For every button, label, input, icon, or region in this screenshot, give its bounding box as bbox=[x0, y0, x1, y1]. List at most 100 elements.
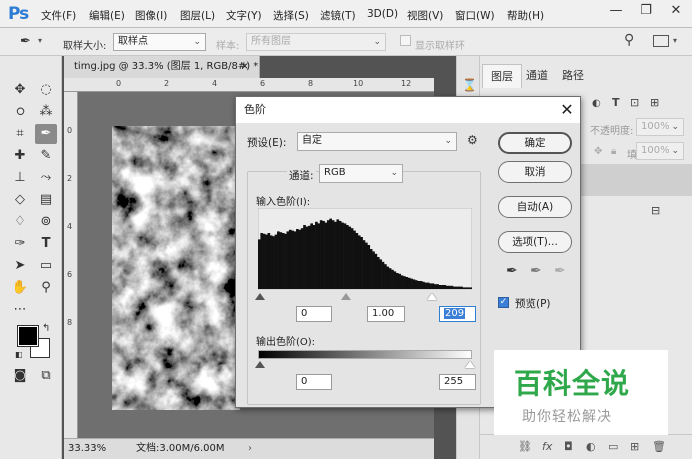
options-button[interactable]: 选项(T)... bbox=[498, 231, 572, 253]
crop-tool-icon[interactable]: ⌗ bbox=[9, 124, 31, 144]
search-icon[interactable]: ⚲ bbox=[624, 32, 634, 48]
eyedropper-tool-icon[interactable]: ✒ bbox=[35, 124, 57, 144]
foreground-color-swatch[interactable] bbox=[17, 325, 39, 347]
histogram-bar bbox=[258, 239, 261, 289]
eraser-tool-icon[interactable]: ◇ bbox=[9, 190, 31, 210]
adjustment-layer-icon[interactable]: ◐ bbox=[586, 440, 596, 453]
tab-layers[interactable]: 图层 bbox=[482, 64, 522, 88]
document-image[interactable] bbox=[112, 126, 240, 410]
fill-field[interactable]: 100% ⌄ bbox=[636, 142, 684, 160]
chevron-right-icon[interactable]: › bbox=[248, 439, 252, 459]
input-white-slider[interactable] bbox=[427, 293, 437, 300]
preset-select[interactable]: 自定 ⌄ bbox=[297, 132, 457, 151]
lasso-tool-icon[interactable]: ഠ bbox=[9, 102, 31, 122]
close-icon[interactable]: × bbox=[241, 56, 249, 78]
menu-help[interactable]: 帮助(H) bbox=[507, 8, 544, 23]
history-panel-icon[interactable]: ⌛ bbox=[462, 78, 477, 92]
eyedropper-preset-icon[interactable]: ✒ bbox=[20, 34, 31, 49]
type-tool-icon[interactable]: T bbox=[35, 234, 57, 254]
output-black-slider[interactable] bbox=[255, 361, 265, 368]
marquee-tool-icon[interactable]: ◌ bbox=[35, 80, 57, 100]
lock-position-icon[interactable]: ✥ bbox=[594, 146, 602, 157]
restore-button[interactable]: ❐ bbox=[631, 0, 661, 22]
new-layer-icon[interactable]: ⊞ bbox=[630, 440, 639, 453]
menu-layer[interactable]: 图层(L) bbox=[180, 8, 215, 23]
tab-paths[interactable]: 路径 bbox=[554, 64, 592, 88]
filter-type-icon[interactable]: ◐ bbox=[592, 98, 601, 109]
new-group-icon[interactable]: ▭ bbox=[608, 440, 618, 453]
preview-checkbox[interactable]: ✓ bbox=[498, 297, 509, 308]
histogram-bar bbox=[355, 233, 359, 289]
output-black-field[interactable]: 0 bbox=[296, 374, 332, 390]
menu-edit[interactable]: 编辑(E) bbox=[89, 8, 125, 23]
add-mask-icon[interactable]: ◘ bbox=[564, 440, 573, 453]
filter-shape-icon[interactable]: ⊡ bbox=[630, 96, 639, 109]
opacity-field[interactable]: 100% ⌄ bbox=[636, 118, 684, 136]
quick-mask-icon[interactable]: ◙ bbox=[9, 366, 31, 386]
rectangle-tool-icon[interactable]: ▭ bbox=[35, 256, 57, 276]
zoom-tool-icon[interactable]: ⚲ bbox=[35, 278, 57, 298]
gray-eyedropper-icon[interactable]: ✒ bbox=[530, 263, 542, 279]
ok-button[interactable]: 确定 bbox=[498, 132, 572, 154]
healing-brush-icon[interactable]: ✚ bbox=[9, 146, 31, 166]
screen-mode-icon[interactable]: ⧉ bbox=[35, 366, 57, 386]
close-icon[interactable]: ✕ bbox=[554, 97, 580, 123]
black-eyedropper-icon[interactable]: ✒ bbox=[506, 263, 518, 279]
cancel-button[interactable]: 取消 bbox=[498, 161, 572, 183]
path-selection-icon[interactable]: ➤ bbox=[9, 256, 31, 276]
input-black-field[interactable]: 0 bbox=[296, 306, 332, 322]
close-window-button[interactable]: ✕ bbox=[661, 0, 691, 22]
histogram-bar bbox=[407, 277, 411, 289]
magic-wand-icon[interactable]: ⁂ bbox=[35, 102, 57, 122]
menu-file[interactable]: 文件(F) bbox=[41, 8, 76, 23]
white-eyedropper-icon[interactable]: ✒ bbox=[554, 263, 566, 279]
input-white-field[interactable]: 209 bbox=[439, 306, 476, 322]
default-colors-icon[interactable]: ◧ bbox=[15, 350, 23, 359]
output-white-slider[interactable] bbox=[465, 361, 475, 368]
document-tab[interactable]: timg.jpg @ 33.3% (图层 1, RGB/8#) * × bbox=[64, 56, 260, 78]
blur-tool-icon[interactable]: ♢ bbox=[9, 212, 31, 232]
sample-select[interactable]: 所有图层 ⌄ bbox=[246, 33, 386, 51]
menu-image[interactable]: 图像(I) bbox=[135, 8, 167, 23]
dialog-titlebar[interactable]: 色阶 ✕ bbox=[236, 97, 580, 123]
histogram-bar bbox=[414, 280, 418, 289]
history-brush-icon[interactable]: ⤳ bbox=[35, 168, 57, 188]
sample-size-select[interactable]: 取样点 ⌄ bbox=[113, 33, 206, 51]
chevron-down-icon[interactable]: ▾ bbox=[38, 36, 42, 45]
filter-smart-icon[interactable]: ⊞ bbox=[650, 96, 659, 109]
delete-layer-icon[interactable]: 🗑︎ bbox=[652, 440, 666, 453]
menu-type[interactable]: 文字(Y) bbox=[226, 8, 262, 23]
menu-filter[interactable]: 滤镜(T) bbox=[320, 8, 356, 23]
zoom-level[interactable]: 33.33% bbox=[68, 439, 106, 459]
pen-tool-icon[interactable]: ✑ bbox=[9, 234, 31, 254]
fx-icon[interactable]: fx bbox=[542, 440, 552, 453]
auto-button[interactable]: 自动(A) bbox=[498, 196, 572, 218]
channel-select[interactable]: RGB ⌄ bbox=[319, 164, 403, 183]
output-white-field[interactable]: 255 bbox=[439, 374, 476, 390]
chevron-down-icon[interactable]: ▾ bbox=[673, 36, 677, 45]
clone-stamp-icon[interactable]: ⊥ bbox=[9, 168, 31, 188]
minimize-button[interactable]: — bbox=[601, 0, 631, 22]
histogram-bar bbox=[469, 287, 472, 289]
dodge-tool-icon[interactable]: ⊚ bbox=[35, 212, 57, 232]
menu-3d[interactable]: 3D(D) bbox=[367, 8, 398, 20]
menu-window[interactable]: 窗口(W) bbox=[455, 8, 495, 23]
input-gamma-field[interactable]: 1.00 bbox=[367, 306, 405, 322]
workspace-icon[interactable] bbox=[653, 35, 669, 47]
show-ring-checkbox[interactable] bbox=[400, 35, 411, 46]
input-black-slider[interactable] bbox=[255, 293, 265, 300]
brush-tool-icon[interactable]: ✎ bbox=[35, 146, 57, 166]
move-tool-icon[interactable]: ✥ bbox=[9, 80, 31, 100]
histogram-bar bbox=[281, 233, 285, 289]
filter-text-icon[interactable]: T bbox=[612, 96, 620, 109]
menu-select[interactable]: 选择(S) bbox=[273, 8, 309, 23]
preset-options-gear-icon[interactable]: ⚙ bbox=[467, 133, 478, 147]
tab-channels[interactable]: 通道 bbox=[518, 64, 556, 88]
menu-view[interactable]: 视图(V) bbox=[407, 8, 443, 23]
swap-colors-icon[interactable]: ↰ bbox=[42, 323, 50, 334]
input-gamma-slider[interactable] bbox=[341, 293, 351, 300]
gradient-tool-icon[interactable]: ▤ bbox=[35, 190, 57, 210]
link-layers-icon[interactable]: ⛓ bbox=[518, 440, 532, 453]
hand-tool-icon[interactable]: ✋ bbox=[9, 278, 31, 298]
more-tools-icon[interactable]: ⋯ bbox=[9, 300, 31, 320]
